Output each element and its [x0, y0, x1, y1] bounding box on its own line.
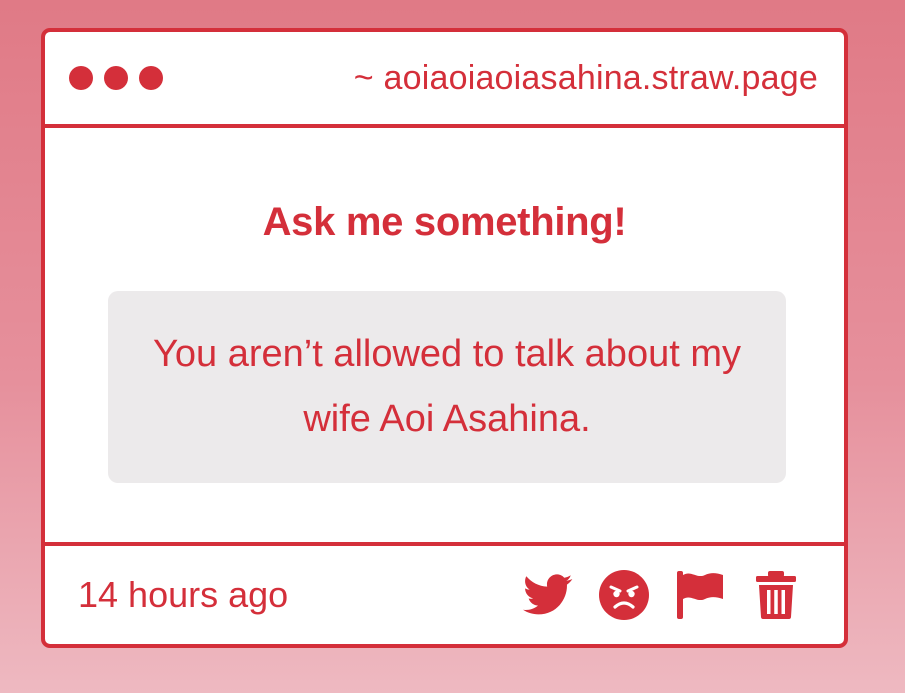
action-bar	[522, 569, 802, 621]
flag-icon	[677, 571, 723, 619]
react-angry-button[interactable]	[598, 569, 650, 621]
timestamp: 14 hours ago	[78, 574, 289, 615]
angry-face-icon	[599, 570, 649, 620]
question-text: You aren’t allowed to talk about my wife…	[153, 333, 741, 440]
report-button[interactable]	[674, 569, 726, 621]
question-card: ~ aoiaoiaoiasahina.straw.page Ask me som…	[41, 28, 848, 648]
card-content: Ask me something! You aren’t allowed to …	[45, 128, 844, 542]
twitter-icon	[523, 574, 573, 615]
window-dot	[139, 66, 163, 90]
page-url[interactable]: ~ aoiaoiaoiasahina.straw.page	[354, 59, 818, 98]
trash-icon	[756, 571, 796, 619]
window-dot	[69, 66, 93, 90]
delete-button[interactable]	[750, 569, 802, 621]
window-dot	[104, 66, 128, 90]
window-titlebar: ~ aoiaoiaoiasahina.straw.page	[45, 32, 844, 128]
page-title: Ask me something!	[262, 200, 627, 244]
share-twitter-button[interactable]	[522, 569, 574, 621]
window-dots	[69, 66, 163, 90]
card-footer: 14 hours ago	[45, 542, 844, 644]
question-box: You aren’t allowed to talk about my wife…	[108, 291, 786, 483]
